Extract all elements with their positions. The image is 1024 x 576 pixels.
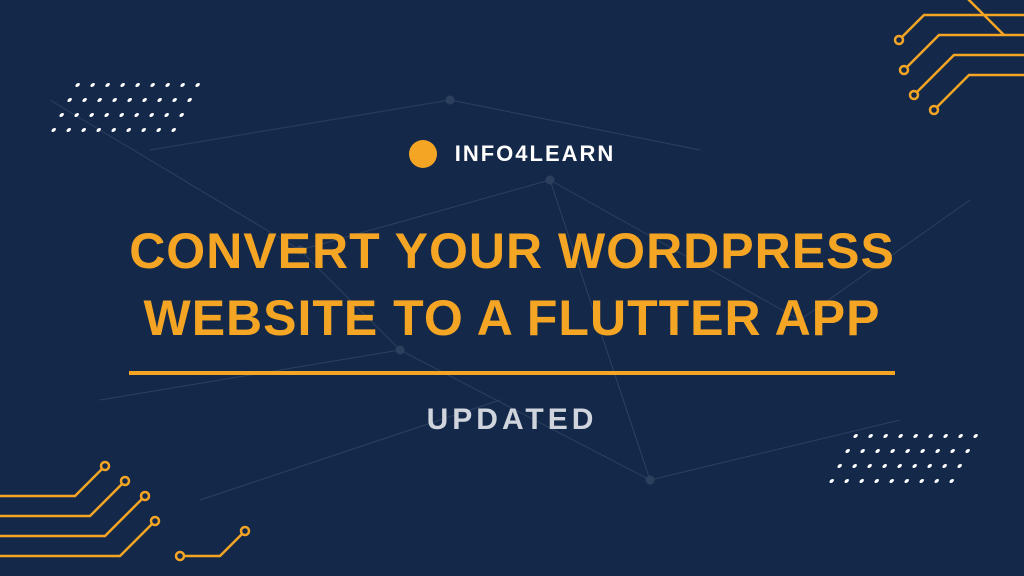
headline-line-2: WEBSITE TO A FLUTTER APP [144,290,881,346]
main-content: INFO4LEARN CONVERT YOUR WORDPRESS WEBSIT… [0,0,1024,576]
subtitle: UPDATED [427,403,598,437]
brand-dot-icon [409,140,437,168]
brand-row: INFO4LEARN [409,140,616,168]
headline: CONVERT YOUR WORDPRESS WEBSITE TO A FLUT… [129,218,895,375]
brand-name: INFO4LEARN [455,141,616,167]
headline-line-1: CONVERT YOUR WORDPRESS [129,223,895,279]
